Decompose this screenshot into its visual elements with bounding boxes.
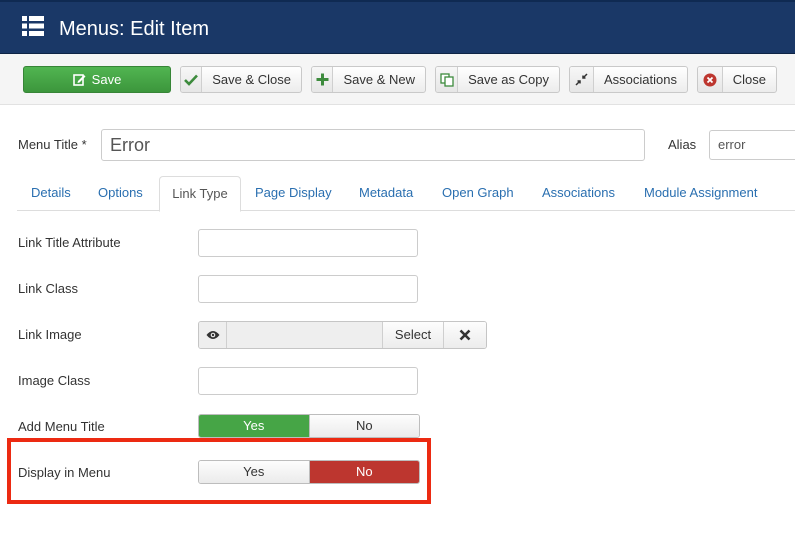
save-as-copy-button[interactable]: Save as Copy: [435, 66, 560, 93]
toolbar: Save Save & Close Save & New Save as Cop…: [0, 54, 795, 105]
menu-title-label: Menu Title *: [18, 137, 87, 152]
tab-page-display[interactable]: Page Display: [255, 176, 332, 211]
associations-button[interactable]: Associations: [569, 66, 688, 93]
link-image-path: [227, 322, 383, 348]
tab-module-assignment[interactable]: Module Assignment: [644, 176, 757, 211]
link-image-field: Select: [198, 321, 487, 349]
tab-bar: Details Options Link Type Page Display M…: [17, 176, 795, 212]
close-button[interactable]: Close: [697, 66, 777, 93]
copy-icon: [436, 67, 459, 92]
add-menu-title-label: Add Menu Title: [18, 419, 105, 434]
clear-icon[interactable]: [444, 322, 486, 348]
close-circle-icon: [698, 67, 723, 92]
tab-details[interactable]: Details: [31, 176, 71, 211]
app-header: Menus: Edit Item: [0, 0, 795, 54]
edit-icon: [72, 74, 86, 86]
plus-icon: [312, 67, 334, 92]
link-title-attribute-input[interactable]: [198, 229, 418, 257]
highlight-box: [7, 438, 431, 504]
link-title-attribute-label: Link Title Attribute: [18, 235, 121, 250]
save-close-button[interactable]: Save & Close: [180, 66, 302, 93]
link-image-select-button[interactable]: Select: [383, 322, 444, 348]
contract-icon: [570, 67, 595, 92]
alias-input[interactable]: error: [709, 130, 795, 160]
link-class-label: Link Class: [18, 281, 78, 296]
save-close-label: Save & Close: [212, 72, 291, 87]
list-icon: [22, 16, 44, 36]
save-new-label: Save & New: [343, 72, 415, 87]
menu-title-input[interactable]: Error: [101, 129, 645, 161]
tab-open-graph[interactable]: Open Graph: [442, 176, 514, 211]
save-button[interactable]: Save: [23, 66, 171, 93]
save-new-button[interactable]: Save & New: [311, 66, 426, 93]
link-image-label: Link Image: [18, 327, 82, 342]
link-class-input[interactable]: [198, 275, 418, 303]
eye-icon[interactable]: [199, 322, 227, 348]
tab-associations[interactable]: Associations: [542, 176, 615, 211]
image-class-label: Image Class: [18, 373, 91, 388]
check-icon: [181, 67, 203, 92]
add-menu-title-no[interactable]: No: [308, 415, 419, 437]
tab-options[interactable]: Options: [98, 176, 143, 211]
tab-metadata[interactable]: Metadata: [359, 176, 413, 211]
tab-link-type[interactable]: Link Type: [159, 176, 241, 212]
image-class-input[interactable]: [198, 367, 418, 395]
save-as-copy-label: Save as Copy: [468, 72, 549, 87]
add-menu-title-toggle: Yes No: [198, 414, 420, 438]
add-menu-title-yes[interactable]: Yes: [199, 415, 309, 437]
page-title: Menus: Edit Item: [59, 18, 210, 40]
alias-label: Alias: [668, 137, 697, 152]
associations-label: Associations: [604, 72, 677, 87]
close-label: Close: [732, 72, 766, 87]
save-label: Save: [91, 72, 122, 87]
